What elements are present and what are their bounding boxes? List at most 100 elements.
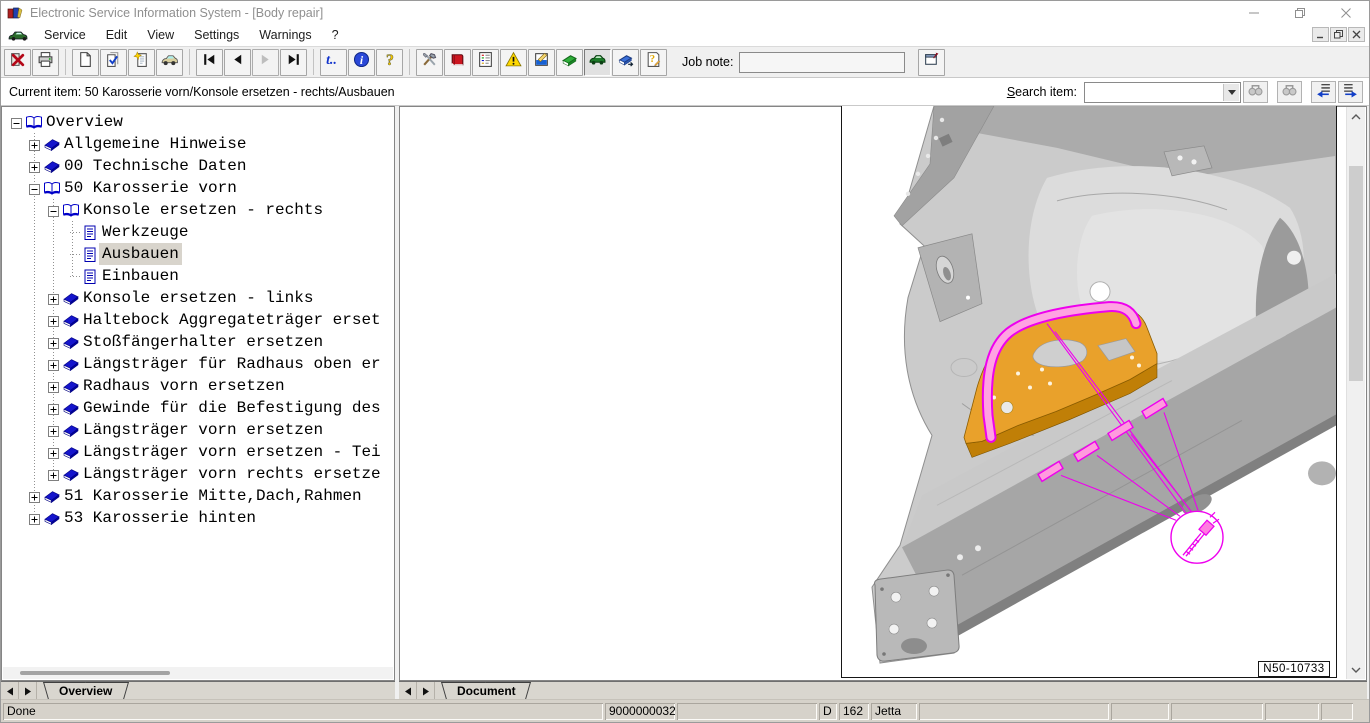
closed-book-icon — [62, 467, 80, 486]
minimize-button[interactable] — [1231, 1, 1277, 24]
tree-item-l-ngstr-ger-vorn-ersetzen[interactable]: Längsträger vorn ersetzen — [3, 419, 393, 441]
document-check-button[interactable] — [100, 49, 127, 76]
tree-expander-plus[interactable] — [29, 490, 40, 501]
tree-item-konsole-ersetzen-rechts[interactable]: Konsole ersetzen - rechts — [3, 199, 393, 221]
mdi-close-button[interactable] — [1348, 27, 1365, 42]
info-button[interactable]: i — [348, 49, 375, 76]
tree-expander-plus[interactable] — [48, 292, 59, 303]
tree-item-allgemeine-hinweise[interactable]: Allgemeine Hinweise — [3, 133, 393, 155]
open-book-icon — [62, 203, 80, 222]
toolbar-separator — [189, 49, 190, 75]
document-vertical-scrollbar[interactable] — [1346, 107, 1365, 679]
menu-settings[interactable]: Settings — [184, 25, 249, 45]
previous-item-button[interactable] — [224, 49, 251, 76]
app-window: Electronic Service Information System - … — [0, 0, 1370, 723]
blue-book-button[interactable] — [612, 49, 639, 76]
tree-item-l-ngstr-ger-vorn-ersetzen-tei[interactable]: Längsträger vorn ersetzen - Tei — [3, 441, 393, 463]
scroll-up-icon[interactable] — [1347, 107, 1365, 126]
menu-service[interactable]: Service — [34, 25, 96, 45]
vehicle-button[interactable] — [156, 49, 183, 76]
tree-expander-plus[interactable] — [48, 380, 59, 391]
tree-expander-minus[interactable] — [48, 204, 59, 215]
new-note-button[interactable] — [128, 49, 155, 76]
mdi-restore-button[interactable] — [1330, 27, 1347, 42]
tree-item-haltebock-aggregatetr-ger-erset[interactable]: Haltebock Aggregateträger erset — [3, 309, 393, 331]
exit-button[interactable] — [4, 49, 31, 76]
status-field-3: 162 — [839, 703, 869, 720]
print-button[interactable] — [32, 49, 59, 76]
closed-book-icon — [62, 401, 80, 420]
tree-expander-plus[interactable] — [29, 160, 40, 171]
tree-expander-plus[interactable] — [48, 446, 59, 457]
status-field-5 — [919, 703, 1109, 720]
combo-dropdown-button[interactable] — [1223, 84, 1239, 101]
tree-expander-plus[interactable] — [29, 138, 40, 149]
tree-expander-minus[interactable] — [29, 182, 40, 193]
menu-edit[interactable]: Edit — [96, 25, 138, 45]
green-car-icon — [589, 51, 606, 73]
tree-item-label: 51 Karosserie Mitte,Dach,Rahmen — [61, 485, 365, 507]
paint-button[interactable] — [528, 49, 555, 76]
search-input[interactable] — [1085, 83, 1222, 102]
manuals-button[interactable] — [444, 49, 471, 76]
next-item-button[interactable] — [252, 49, 279, 76]
menu-view[interactable]: View — [137, 25, 184, 45]
locate-next-button[interactable] — [1338, 81, 1363, 103]
tools-button[interactable] — [416, 49, 443, 76]
mdi-minimize-button[interactable] — [1312, 27, 1329, 42]
tree-item-53-karosserie-hinten[interactable]: 53 Karosserie hinten — [3, 507, 393, 529]
restore-button[interactable] — [1277, 1, 1323, 24]
status-field-8 — [1265, 703, 1319, 720]
first-item-button[interactable] — [196, 49, 223, 76]
red-book-icon — [449, 51, 466, 73]
tree-item-50-karosserie-vorn[interactable]: 50 Karosserie vorn — [3, 177, 393, 199]
last-item-button[interactable] — [280, 49, 307, 76]
tree-item-ausbauen[interactable]: Ausbauen — [3, 243, 393, 265]
tree-expander-plus[interactable] — [48, 358, 59, 369]
status-field-7 — [1171, 703, 1263, 720]
green-book-button[interactable] — [556, 49, 583, 76]
warnings-button[interactable] — [500, 49, 527, 76]
tree-expander-minus[interactable] — [11, 116, 22, 127]
nav-forward-icon — [257, 51, 274, 73]
help-button[interactable]: ? — [376, 49, 403, 76]
scrollbar-thumb[interactable] — [20, 671, 170, 675]
search-next-button[interactable] — [1243, 81, 1268, 103]
tree-item-label: Längsträger für Radhaus oben er — [80, 353, 384, 375]
menu-[interactable]: ? — [322, 25, 349, 45]
close-button[interactable] — [1323, 1, 1369, 24]
tree-item-overview[interactable]: Overview — [3, 111, 393, 133]
tree-item-l-ngstr-ger-f-r-radhaus-oben-er[interactable]: Längsträger für Radhaus oben er — [3, 353, 393, 375]
vehicle-data-button[interactable] — [584, 49, 611, 76]
job-note-input[interactable] — [739, 52, 905, 73]
search-previous-button[interactable] — [1277, 81, 1302, 103]
tree-item-gewinde-f-r-die-befestigung-des[interactable]: Gewinde für die Befestigung des — [3, 397, 393, 419]
tree-expander-plus[interactable] — [48, 402, 59, 413]
tree-item-l-ngstr-ger-vorn-rechts-ersetze[interactable]: Längsträger vorn rechts ersetze — [3, 463, 393, 485]
tree-item-werkzeuge[interactable]: Werkzeuge — [3, 221, 393, 243]
tree-item-einbauen[interactable]: Einbauen — [3, 265, 393, 287]
tree-item-konsole-ersetzen-links[interactable]: Konsole ersetzen - links — [3, 287, 393, 309]
locate-in-tree-button[interactable] — [1311, 81, 1336, 103]
t-links-button[interactable]: t.. — [320, 49, 347, 76]
properties-button[interactable] — [918, 49, 945, 76]
tree-expander-plus[interactable] — [48, 468, 59, 479]
tree-expander-plus[interactable] — [48, 336, 59, 347]
scrollbar-thumb[interactable] — [1349, 166, 1363, 381]
tree-item-00-technische-daten[interactable]: 00 Technische Daten — [3, 155, 393, 177]
tree-expander-plus[interactable] — [29, 512, 40, 523]
tree-item-label: Einbauen — [99, 265, 182, 287]
tree-item-51-karosserie-mitte-dach-rahmen[interactable]: 51 Karosserie Mitte,Dach,Rahmen — [3, 485, 393, 507]
tree-horizontal-scrollbar[interactable] — [3, 667, 393, 679]
tree-expander-plus[interactable] — [48, 424, 59, 435]
tree-item-sto-f-ngerhalter-ersetzen[interactable]: Stoßfängerhalter ersetzen — [3, 331, 393, 353]
tree-item-radhaus-vorn-ersetzen[interactable]: Radhaus vorn ersetzen — [3, 375, 393, 397]
menu-warnings[interactable]: Warnings — [249, 25, 321, 45]
tree-expander-plus[interactable] — [48, 314, 59, 325]
new-document-button[interactable] — [72, 49, 99, 76]
question-document-button[interactable]: ? — [640, 49, 667, 76]
open-book-icon — [25, 115, 43, 134]
search-item-combobox[interactable] — [1084, 82, 1241, 103]
scroll-down-icon[interactable] — [1347, 660, 1365, 679]
document-list-button[interactable] — [472, 49, 499, 76]
